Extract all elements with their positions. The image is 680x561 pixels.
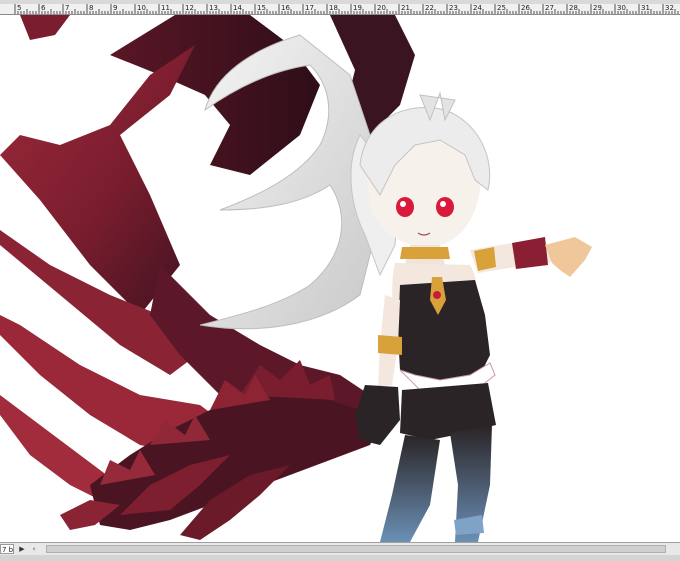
ruler-label: 14 — [233, 4, 242, 12]
ruler-label: 26 — [521, 4, 530, 12]
ruler-label: 8 — [89, 4, 94, 12]
ruler-label: 11 — [161, 4, 170, 12]
ruler-label: 24 — [473, 4, 482, 12]
ruler-label: 21 — [401, 4, 410, 12]
ruler-label: 23 — [449, 4, 458, 12]
horizontal-ruler[interactable]: 5 6 7 8 9 10 11 12 13 14 15 16 17 18 19 … — [0, 4, 680, 15]
ruler-label: 25 — [497, 4, 506, 12]
ruler-label: 5 — [17, 4, 22, 12]
ruler-label: 12 — [185, 4, 194, 12]
ruler-ticks — [14, 4, 679, 14]
ruler-label: 22 — [425, 4, 434, 12]
drawing-canvas[interactable] — [0, 15, 680, 542]
play-triangle-icon[interactable]: ▶ — [17, 544, 27, 554]
character-arm-left — [355, 295, 402, 445]
page-number-field[interactable]: 7 bits — [0, 544, 14, 554]
ruler-label: 9 — [113, 4, 118, 12]
scrollbar-thumb[interactable] — [46, 545, 666, 553]
ruler-label: 16 — [281, 4, 290, 12]
status-bar — [0, 555, 680, 561]
horizontal-scrollbar[interactable]: 7 bits ▶ ‹ — [0, 542, 680, 556]
ruler-label: 20 — [377, 4, 386, 12]
ruler-label: 17 — [305, 4, 314, 12]
ruler-label: 18 — [329, 4, 338, 12]
ruler-label: 13 — [209, 4, 218, 12]
ruler-label: 10 — [137, 4, 146, 12]
ruler-label: 6 — [41, 4, 46, 12]
app-window: 5 6 7 8 9 10 11 12 13 14 15 16 17 18 19 … — [0, 0, 680, 561]
ruler-label: 7 — [65, 4, 70, 12]
artwork-illustration — [0, 15, 592, 542]
ruler-label: 32 — [665, 4, 674, 12]
ruler-label: 31 — [641, 4, 650, 12]
chevron-left-icon[interactable]: ‹ — [29, 544, 39, 554]
ruler-label: 19 — [353, 4, 362, 12]
character-arm-right — [470, 237, 592, 277]
ruler-label: 28 — [569, 4, 578, 12]
ruler-label: 29 — [593, 4, 602, 12]
ruler-label: 27 — [545, 4, 554, 12]
ruler-label: 30 — [617, 4, 626, 12]
character-legs — [380, 425, 492, 542]
ruler-label: 15 — [257, 4, 266, 12]
